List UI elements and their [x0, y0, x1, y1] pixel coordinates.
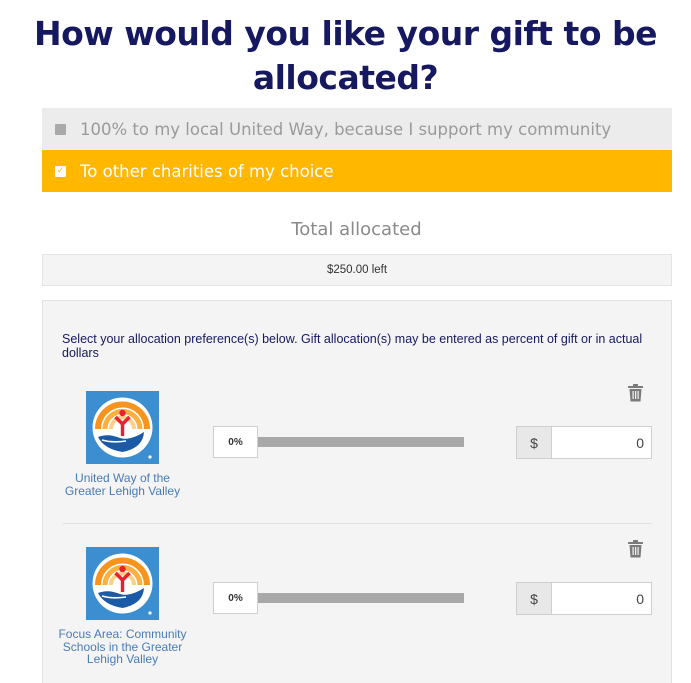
row-divider: [63, 523, 652, 524]
page-title-line-1: How would you like your gift to be: [34, 14, 658, 53]
united-way-logo: [86, 547, 159, 620]
option-label: 100% to my local United Way, because I s…: [80, 119, 612, 139]
currency-addon: $: [516, 426, 551, 459]
trash-icon[interactable]: [627, 384, 644, 402]
total-allocated-label: Total allocated: [291, 219, 422, 240]
allocation-slider[interactable]: [258, 593, 464, 603]
option-local-united-way[interactable]: 100% to my local United Way, because I s…: [42, 108, 672, 150]
allocation-row: Focus Area: Community Schools in the Gre…: [43, 540, 673, 683]
remaining-amount-text: $250.00 left: [326, 264, 388, 276]
amount-input[interactable]: [551, 426, 652, 459]
allocation-instructions: Select your allocation preference(s) bel…: [62, 332, 643, 360]
page-title: How would you like your gift to be alloc…: [0, 12, 691, 100]
checkbox-checked-icon[interactable]: ✓: [55, 165, 66, 177]
checkbox-icon[interactable]: [55, 123, 66, 135]
trash-icon[interactable]: [627, 540, 644, 558]
option-other-charities[interactable]: ✓ To other charities of my choice: [42, 150, 672, 192]
org-name-link[interactable]: United Way of the Greater Lehigh Valley: [57, 472, 188, 497]
amount-input[interactable]: [551, 582, 652, 615]
option-label: To other charities of my choice: [80, 161, 334, 181]
currency-addon: $: [516, 582, 551, 615]
allocation-row: United Way of the Greater Lehigh Valley …: [43, 384, 673, 534]
united-way-logo: [86, 391, 159, 464]
org-name-link[interactable]: Focus Area: Community Schools in the Gre…: [57, 628, 188, 666]
allocation-slider[interactable]: [258, 437, 464, 447]
percent-input[interactable]: 0%: [213, 426, 258, 458]
page-title-line-2: allocated?: [252, 58, 439, 97]
remaining-amount: $250.00 left: [42, 254, 672, 286]
allocation-panel: Select your allocation preference(s) bel…: [42, 300, 672, 683]
percent-input[interactable]: 0%: [213, 582, 258, 614]
